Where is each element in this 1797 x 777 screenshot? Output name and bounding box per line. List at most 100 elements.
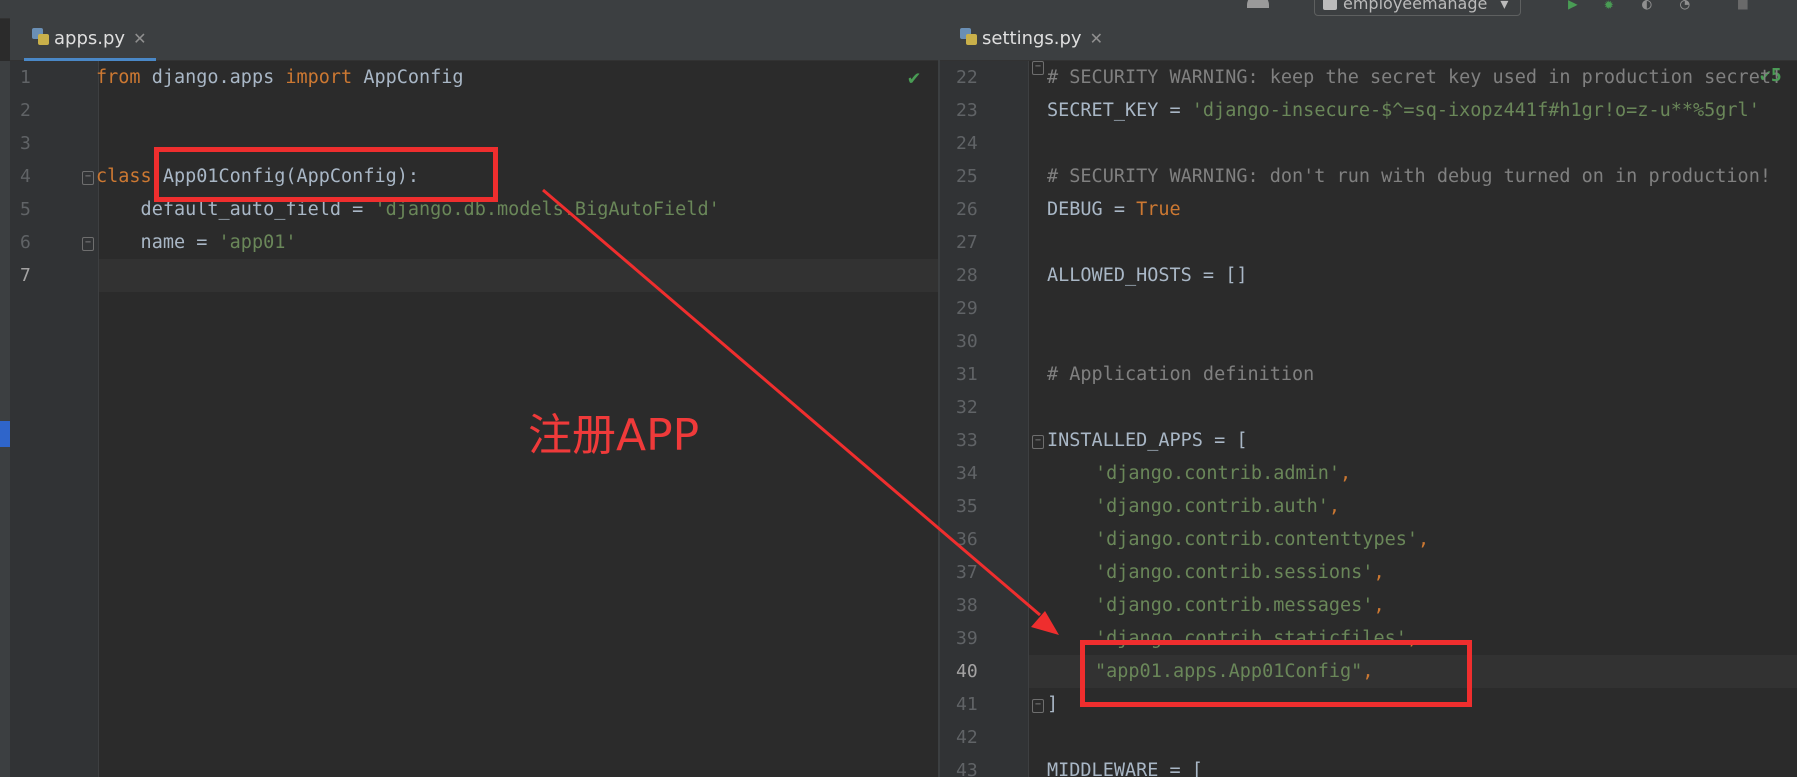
close-icon[interactable]: ✕	[1090, 29, 1103, 48]
close-icon[interactable]: ✕	[133, 29, 146, 48]
code-line-31: # Application definition	[1047, 364, 1315, 385]
code-line-26: DEBUG = True	[1047, 193, 1181, 226]
identifier: SECRET_KEY =	[1047, 100, 1192, 121]
tab-apps-py[interactable]: apps.py ✕	[24, 18, 157, 61]
code-line-23: SECRET_KEY = 'django-insecure-$^=sq-ixop…	[1047, 94, 1760, 127]
line-number: 1	[20, 67, 31, 88]
current-line-highlight	[99, 259, 938, 292]
code-line-33: INSTALLED_APPS = [	[1047, 430, 1248, 451]
chevron-down-icon: ▾	[1500, 0, 1509, 13]
line-number: 31	[956, 364, 978, 385]
line-number: 27	[956, 232, 978, 253]
left-tab-bar: apps.py ✕	[10, 18, 938, 61]
run-icon[interactable]: ▶	[1568, 0, 1578, 12]
comma: ,	[1418, 529, 1430, 550]
line-number: 23	[956, 100, 978, 121]
annotation-label: 注册APP	[528, 410, 700, 461]
python-file-icon	[958, 27, 978, 47]
string-literal: 'django-insecure-$^=sq-ixopz441f#h1gr!o=…	[1191, 100, 1760, 121]
keyword: from	[96, 67, 141, 88]
highlight-box-app-config	[154, 147, 498, 202]
project-icon	[1323, 0, 1337, 10]
fold-marker[interactable]: −	[1032, 61, 1044, 75]
code-line-28: ALLOWED_HOSTS = []	[1047, 265, 1248, 286]
line-number: 22	[956, 67, 978, 88]
line-number: 40	[956, 661, 978, 682]
line-number: 34	[956, 463, 978, 484]
code-line-38: 'django.contrib.messages',	[1095, 589, 1385, 622]
string-literal: 'django.contrib.admin'	[1095, 463, 1341, 484]
line-number: 33	[956, 430, 978, 451]
line-number: 30	[956, 331, 978, 352]
fold-marker[interactable]: −	[1032, 699, 1044, 713]
identifier: name =	[96, 232, 219, 253]
keyword: import	[285, 67, 353, 88]
fold-marker[interactable]: −	[1032, 435, 1044, 449]
fold-marker[interactable]: −	[82, 171, 94, 185]
line-number: 3	[20, 133, 31, 154]
user-icon[interactable]	[1247, 0, 1269, 8]
highlight-box-installed-app	[1080, 640, 1472, 707]
top-toolbar: employeemanage ▾ ▶ ✹ ◐ ◔ ■	[0, 0, 1797, 19]
python-file-icon	[30, 27, 50, 47]
line-number: 6	[20, 232, 31, 253]
line-number: 24	[956, 133, 978, 154]
line-number: 2	[20, 100, 31, 121]
tool-strip-selection	[0, 421, 10, 447]
line-number: 35	[956, 496, 978, 517]
line-number: 37	[956, 562, 978, 583]
coverage-icon[interactable]: ◐	[1642, 0, 1652, 12]
code-line-36: 'django.contrib.contenttypes',	[1095, 523, 1429, 556]
tab-settings-py[interactable]: settings.py ✕	[952, 18, 1113, 58]
line-number: 7	[20, 265, 31, 286]
code-line-41: ]	[1047, 694, 1059, 715]
identifier: DEBUG =	[1047, 199, 1137, 220]
line-number: 28	[956, 265, 978, 286]
comma: ,	[1373, 595, 1385, 616]
line-number: 38	[956, 595, 978, 616]
line-number: 43	[956, 760, 978, 777]
string-literal: 'app01'	[218, 232, 297, 253]
inspection-ok-icon[interactable]: ✔	[908, 65, 920, 89]
line-number: 29	[956, 298, 978, 319]
identifier: default_auto_field =	[96, 199, 375, 220]
project-selector-label: employeemanage	[1343, 0, 1488, 13]
keyword: class	[96, 166, 152, 187]
line-number: 41	[956, 694, 978, 715]
keyword: True	[1136, 199, 1181, 220]
line-number: 25	[956, 166, 978, 187]
string-literal: 'django.contrib.contenttypes'	[1095, 529, 1419, 550]
string-literal: 'django.contrib.sessions'	[1095, 562, 1374, 583]
project-selector[interactable]: employeemanage ▾	[1314, 0, 1522, 16]
module-name: django.apps	[140, 67, 286, 88]
line-number: 42	[956, 727, 978, 748]
code-line-25: # SECURITY WARNING: don't run with debug…	[1047, 166, 1771, 187]
line-number: 32	[956, 397, 978, 418]
comma: ,	[1340, 463, 1352, 484]
tab-label: apps.py	[54, 28, 126, 49]
comma: ,	[1328, 496, 1341, 517]
line-number: 39	[956, 628, 978, 649]
code-line-43: MIDDLEWARE = [	[1047, 760, 1203, 777]
line-number: 4	[20, 166, 31, 187]
string-literal: 'django.db.models.BigAutoField'	[374, 199, 720, 220]
line-number-gutter	[940, 61, 1028, 777]
stop-icon[interactable]: ■	[1738, 0, 1748, 12]
fold-marker[interactable]: −	[82, 237, 94, 251]
tab-label: settings.py	[982, 28, 1082, 49]
line-number: 36	[956, 529, 978, 550]
code-line-37: 'django.contrib.sessions',	[1095, 556, 1385, 589]
code-line-22: # SECURITY WARNING: keep the secret key …	[1047, 67, 1783, 88]
comma: ,	[1373, 562, 1385, 583]
identifier: AppConfig	[352, 67, 464, 88]
code-line-35: 'django.contrib.auth',	[1095, 490, 1340, 523]
code-line-6: name = 'app01'	[96, 226, 297, 259]
code-line-34: 'django.contrib.admin',	[1095, 457, 1351, 490]
project-tool-strip[interactable]	[0, 61, 10, 777]
line-number: 26	[956, 199, 978, 220]
string-literal: 'django.contrib.messages'	[1095, 595, 1374, 616]
line-number: 5	[20, 199, 31, 220]
string-literal: 'django.contrib.auth'	[1095, 496, 1329, 517]
debug-icon[interactable]: ✹	[1604, 0, 1614, 12]
profile-icon[interactable]: ◔	[1680, 0, 1690, 12]
